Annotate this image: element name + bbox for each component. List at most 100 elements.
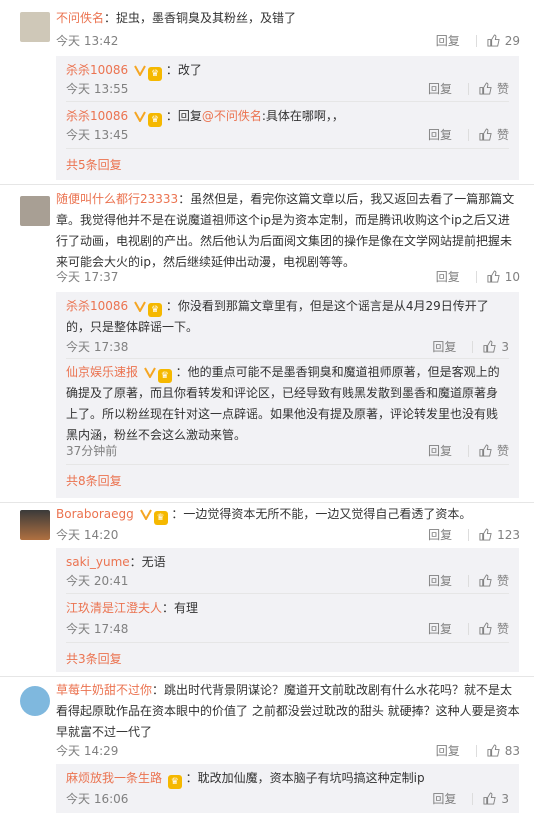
reply-time: 今天 20:41 bbox=[66, 574, 129, 588]
reply-button[interactable]: 回复 bbox=[428, 620, 452, 637]
divider bbox=[475, 34, 477, 47]
comment-time: 今天 17:37 bbox=[56, 270, 119, 284]
like-button[interactable]: 赞 bbox=[479, 442, 509, 459]
like-label: 赞 bbox=[496, 128, 509, 142]
member-badge-icon: ♛ bbox=[148, 67, 163, 81]
reply-time: 今天 13:55 bbox=[66, 82, 129, 96]
divider bbox=[66, 148, 509, 149]
member-badge-icon: ♛ bbox=[148, 303, 163, 317]
divider bbox=[66, 101, 509, 102]
divider bbox=[66, 464, 509, 465]
divider bbox=[0, 676, 534, 677]
comment-time: 今天 14:29 bbox=[56, 744, 119, 758]
reply-button[interactable]: 回复 bbox=[428, 126, 452, 143]
member-badge-icon: ♛ bbox=[148, 113, 163, 127]
reply-button[interactable]: 回复 bbox=[432, 338, 456, 355]
comment-username[interactable]: 草莓牛奶甜不过你 bbox=[56, 683, 152, 697]
member-badge-icon: ♛ bbox=[167, 775, 182, 789]
divider bbox=[467, 444, 469, 457]
like-label: 赞 bbox=[496, 82, 509, 96]
thumbs-up-icon bbox=[483, 792, 497, 805]
reply-username[interactable]: 麻烦放我一条生路 bbox=[66, 771, 162, 785]
comment-username[interactable]: Boraboraegg bbox=[56, 507, 134, 521]
thumbs-up-icon bbox=[487, 270, 500, 283]
thumbs-up-icon bbox=[483, 340, 497, 353]
reply-text-prefix: ：回复 bbox=[165, 109, 202, 123]
reply-text: ：改了 bbox=[165, 63, 202, 77]
like-button[interactable]: 赞 bbox=[479, 126, 509, 143]
divider bbox=[467, 128, 469, 141]
reply-list: 杀杀10086 ♛ ：你没看到那篇文章里有，但是这个谣言是从4月29日传开了的，… bbox=[56, 292, 519, 498]
reply-time: 今天 17:48 bbox=[66, 622, 129, 636]
reply-text: ：你没看到那篇文章里有，但是这个谣言是从4月29日传开了的，只是整体辟谣一下。 bbox=[66, 299, 489, 334]
thumbs-up-icon bbox=[479, 574, 492, 587]
divider bbox=[472, 792, 474, 805]
reply-username[interactable]: saki_yume bbox=[66, 555, 130, 569]
vip-icon bbox=[134, 298, 146, 314]
like-button[interactable]: 赞 bbox=[479, 80, 509, 97]
divider bbox=[475, 744, 477, 757]
reply-username[interactable]: 江玖清是江澄夫人 bbox=[66, 601, 162, 615]
reply-button[interactable]: 回复 bbox=[436, 268, 460, 285]
avatar[interactable] bbox=[20, 686, 50, 716]
thumbs-up-icon bbox=[479, 622, 492, 635]
divider bbox=[66, 593, 509, 594]
divider bbox=[472, 340, 474, 353]
reply-text: ：耽改加仙魔，资本脑子有坑吗搞这种定制ip bbox=[185, 771, 425, 785]
thumbs-up-icon bbox=[487, 744, 500, 757]
comment-username[interactable]: 不问佚名 bbox=[56, 11, 104, 25]
like-button[interactable]: 3 bbox=[483, 340, 509, 354]
vip-icon bbox=[134, 62, 146, 78]
reply-button[interactable]: 回复 bbox=[428, 572, 452, 589]
divider bbox=[475, 270, 477, 283]
mention-link[interactable]: @不问佚名 bbox=[202, 109, 262, 123]
reply-button[interactable]: 回复 bbox=[432, 790, 456, 807]
more-replies-link[interactable]: 共8条回复 bbox=[66, 472, 122, 489]
reply-list: saki_yume：无语 今天 20:41 回复 赞 江玖清是江澄夫人：有理 今… bbox=[56, 548, 519, 672]
like-label: 赞 bbox=[496, 622, 509, 636]
member-badge-icon: ♛ bbox=[153, 511, 168, 525]
reply-username[interactable]: 杀杀10086 bbox=[66, 299, 128, 313]
divider bbox=[66, 642, 509, 643]
avatar[interactable] bbox=[20, 12, 50, 42]
divider bbox=[468, 528, 470, 541]
avatar[interactable] bbox=[20, 510, 50, 540]
like-count: 29 bbox=[504, 33, 520, 48]
more-replies-link[interactable]: 共5条回复 bbox=[66, 156, 122, 173]
thumbs-up-icon bbox=[479, 128, 492, 141]
divider bbox=[0, 184, 534, 185]
reply-username[interactable]: 仙京娱乐速报 bbox=[66, 365, 138, 379]
like-button[interactable]: 83 bbox=[487, 744, 520, 758]
more-replies-link[interactable]: 共3条回复 bbox=[66, 650, 122, 667]
divider bbox=[467, 622, 469, 635]
reply-time: 今天 16:06 bbox=[66, 792, 129, 806]
reply-list: 杀杀10086 ♛ ：改了 今天 13:55 回复 赞 杀杀10086 ♛ ：回… bbox=[56, 56, 519, 180]
like-count: 123 bbox=[497, 527, 520, 542]
reply-button[interactable]: 回复 bbox=[436, 742, 460, 759]
member-badge-icon: ♛ bbox=[157, 369, 172, 383]
reply-button[interactable]: 回复 bbox=[428, 442, 452, 459]
reply-text: :具体在哪啊，， bbox=[261, 109, 344, 123]
avatar[interactable] bbox=[20, 196, 50, 226]
reply-button[interactable]: 回复 bbox=[428, 80, 452, 97]
like-label: 赞 bbox=[496, 444, 509, 458]
like-button[interactable]: 10 bbox=[487, 270, 520, 284]
comment-username[interactable]: 随便叫什么都行23333 bbox=[56, 192, 178, 206]
reply-username[interactable]: 杀杀10086 bbox=[66, 109, 128, 123]
comment-text: ：捉虫，墨香铜臭及其粉丝，及错了 bbox=[104, 11, 297, 25]
reply-button[interactable]: 回复 bbox=[428, 526, 452, 543]
like-button[interactable]: 赞 bbox=[479, 572, 509, 589]
like-button[interactable]: 29 bbox=[487, 34, 520, 48]
reply-button[interactable]: 回复 bbox=[436, 32, 460, 49]
vip-icon bbox=[143, 364, 156, 380]
thumbs-up-icon bbox=[479, 82, 492, 95]
reply-username[interactable]: 杀杀10086 bbox=[66, 63, 128, 77]
like-button[interactable]: 3 bbox=[483, 792, 509, 806]
divider bbox=[467, 574, 469, 587]
like-button[interactable]: 赞 bbox=[479, 620, 509, 637]
like-button[interactable]: 123 bbox=[479, 528, 520, 542]
thumbs-up-icon bbox=[487, 34, 500, 47]
like-count: 83 bbox=[504, 743, 520, 758]
like-count: 10 bbox=[504, 269, 520, 284]
vip-icon bbox=[139, 506, 152, 522]
